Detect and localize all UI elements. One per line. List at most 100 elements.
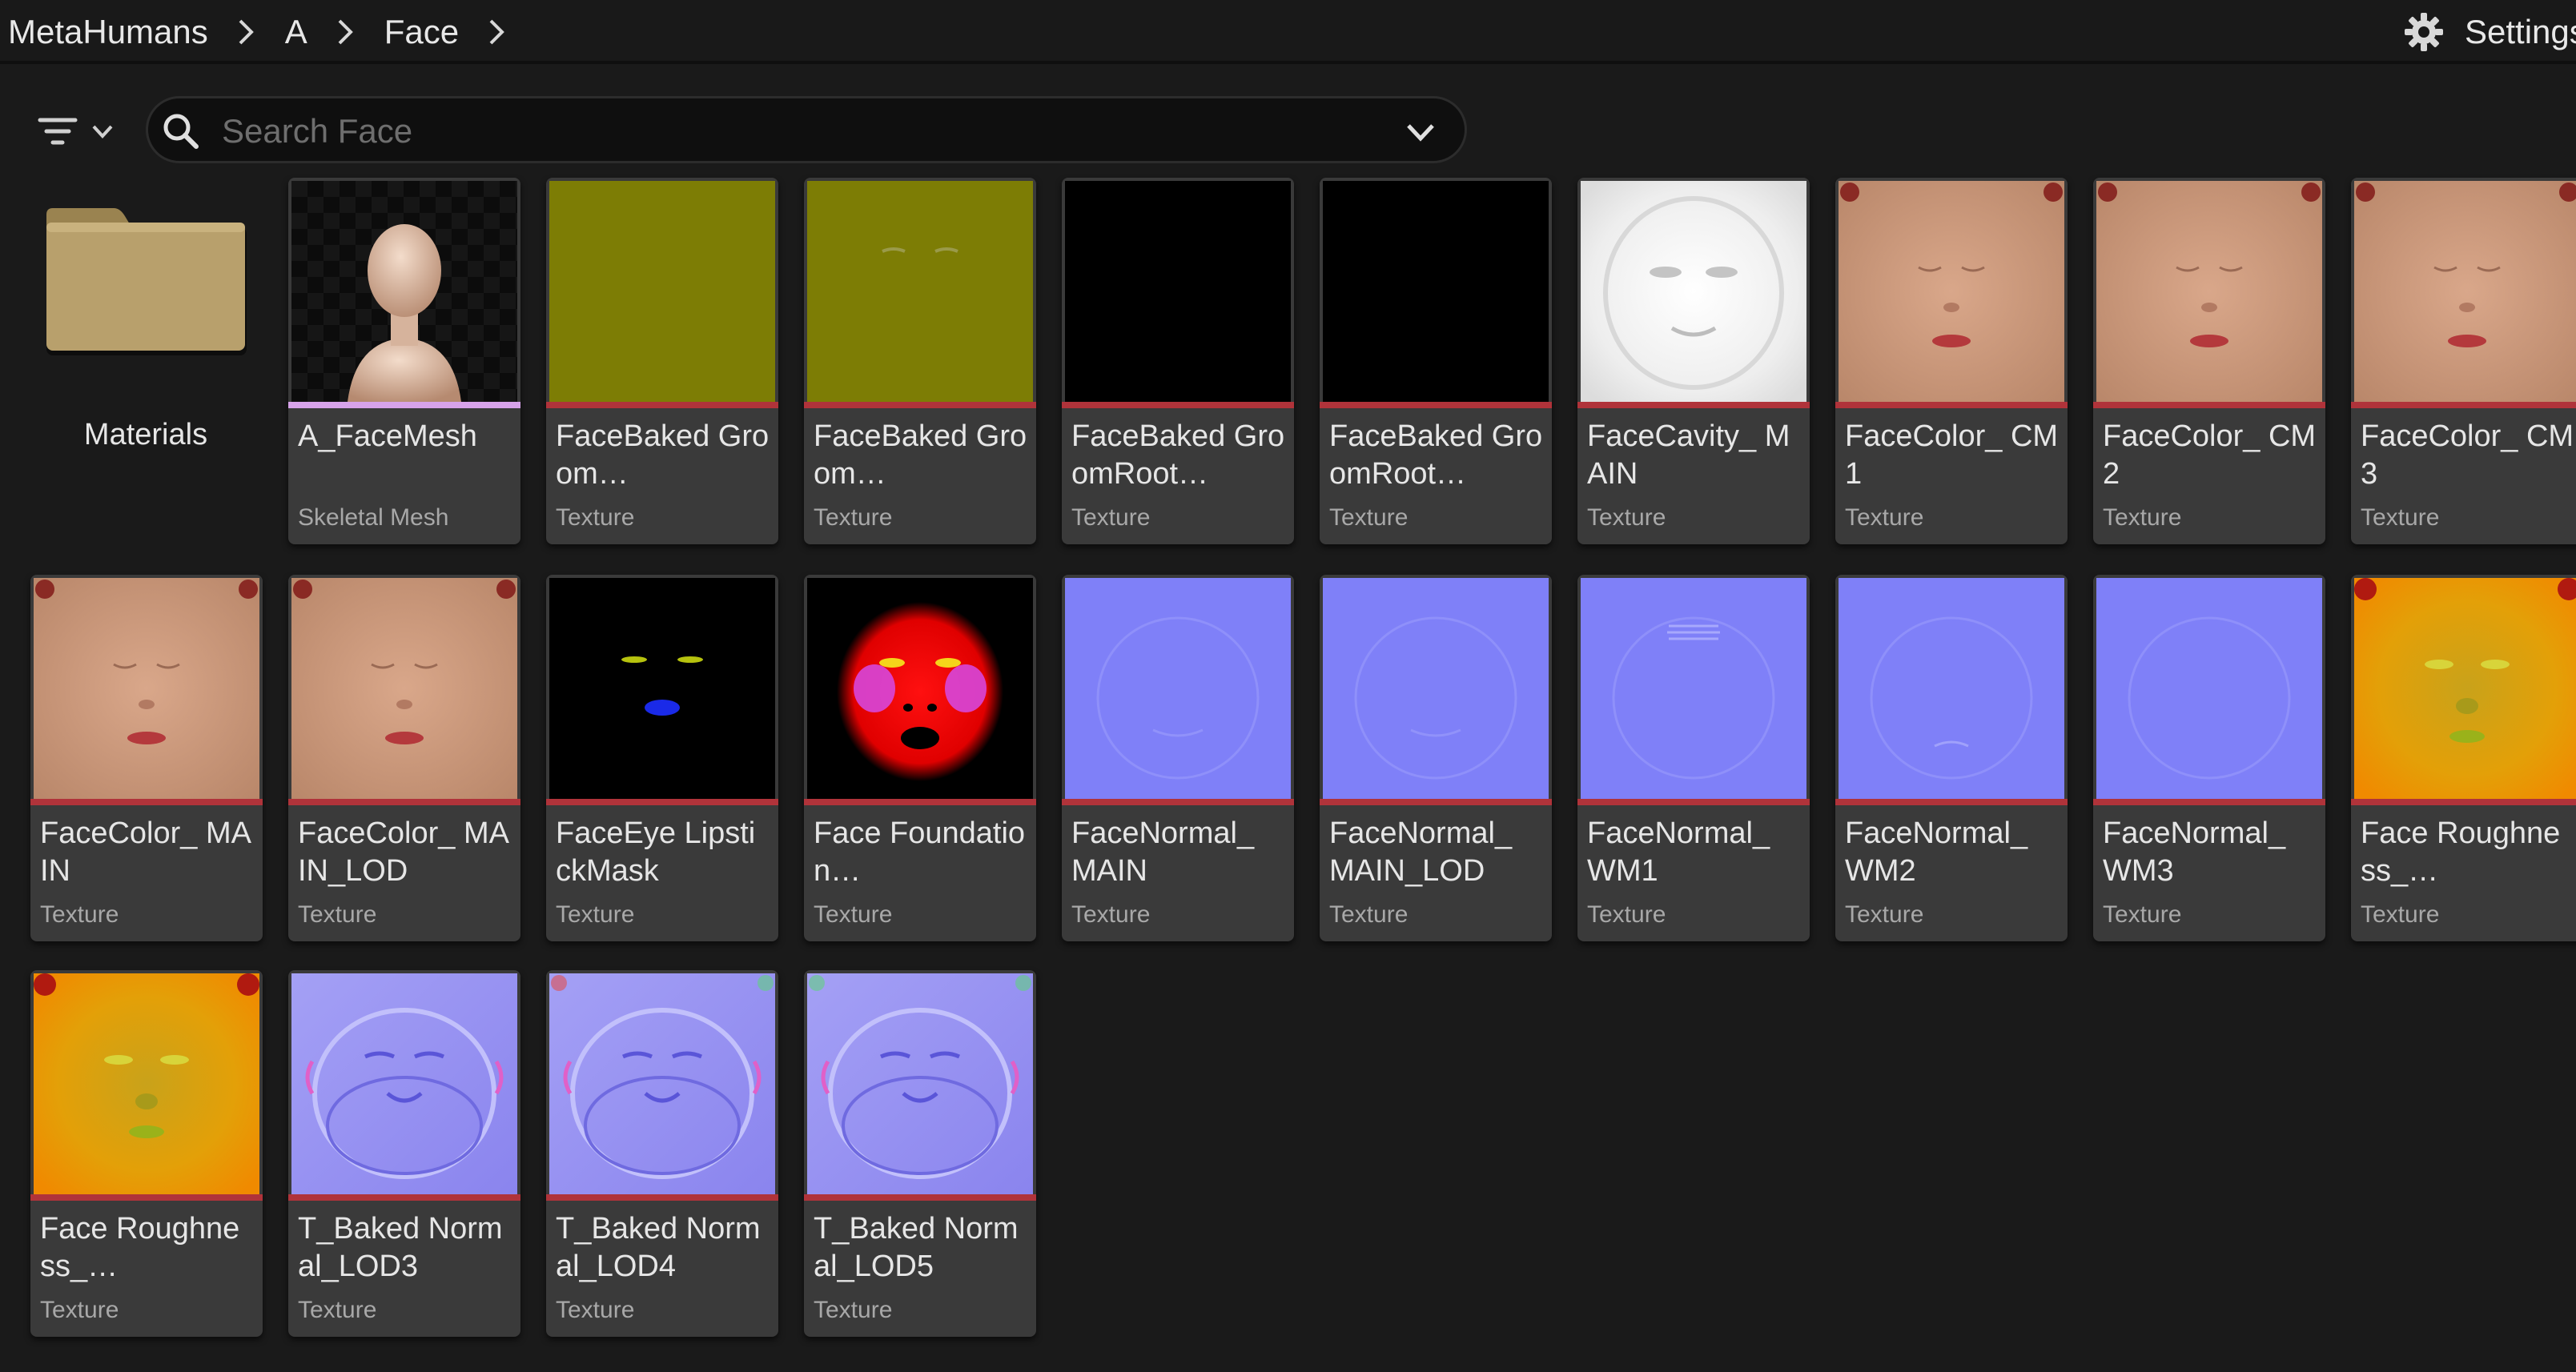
asset-type-stripe bbox=[804, 799, 1036, 805]
asset-type: Texture bbox=[1071, 504, 1151, 531]
asset-type: Texture bbox=[1329, 901, 1409, 928]
asset-type-stripe bbox=[30, 1194, 263, 1201]
asset-type-stripe bbox=[2093, 799, 2325, 805]
asset-type-stripe bbox=[288, 1194, 520, 1201]
asset-type-stripe bbox=[2351, 799, 2576, 805]
asset-thumbnail bbox=[291, 578, 517, 799]
asset-tile[interactable]: T_Baked Normal_LOD5 Texture bbox=[804, 970, 1036, 1337]
asset-thumbnail bbox=[2354, 578, 2576, 799]
asset-name: FaceColor_ CM1 bbox=[1845, 419, 2059, 491]
asset-grid: Materials A_FaceMesh Skeletal Mesh FaceB… bbox=[0, 0, 2576, 1372]
asset-type-stripe bbox=[1835, 402, 2068, 408]
asset-type: Texture bbox=[2361, 504, 2440, 531]
asset-type: Texture bbox=[556, 901, 635, 928]
asset-thumbnail bbox=[807, 973, 1033, 1194]
asset-tile[interactable]: FaceEye LipstickMask Texture bbox=[546, 575, 778, 941]
asset-name: FaceBaked Groom… bbox=[556, 419, 770, 491]
asset-tile[interactable]: FaceColor_ CM2 Texture bbox=[2093, 178, 2325, 544]
asset-type: Texture bbox=[1587, 504, 1666, 531]
asset-type-stripe bbox=[1577, 402, 1810, 408]
folder-materials[interactable]: Materials bbox=[35, 178, 256, 544]
asset-name: FaceColor_ CM3 bbox=[2361, 419, 2574, 491]
asset-name: FaceCavity_ MAIN bbox=[1587, 419, 1790, 491]
asset-type: Texture bbox=[298, 1297, 377, 1323]
asset-name: T_Baked Normal_LOD5 bbox=[814, 1212, 1019, 1283]
asset-type: Skeletal Mesh bbox=[298, 504, 449, 531]
asset-name: FaceNormal_ WM3 bbox=[2103, 816, 2286, 888]
asset-type-stripe bbox=[546, 1194, 778, 1201]
asset-tile[interactable]: Face Foundation… Texture bbox=[804, 575, 1036, 941]
asset-thumbnail bbox=[549, 973, 775, 1194]
asset-name: FaceBaked GroomRoot… bbox=[1071, 419, 1285, 491]
asset-thumbnail bbox=[1065, 181, 1291, 402]
asset-thumbnail bbox=[1581, 578, 1806, 799]
asset-type-stripe bbox=[804, 1194, 1036, 1201]
asset-tile[interactable]: FaceBaked Groom… Texture bbox=[804, 178, 1036, 544]
asset-type-stripe bbox=[2351, 402, 2576, 408]
asset-thumbnail bbox=[1065, 578, 1291, 799]
asset-tile[interactable]: Face Roughness_… Texture bbox=[30, 970, 263, 1337]
asset-type: Texture bbox=[2361, 901, 2440, 928]
asset-name: Face Roughness_… bbox=[40, 1212, 240, 1283]
asset-tile[interactable]: FaceNormal_ WM1 Texture bbox=[1577, 575, 1810, 941]
asset-thumbnail bbox=[291, 973, 517, 1194]
asset-type-stripe bbox=[1835, 799, 2068, 805]
asset-type-stripe bbox=[30, 799, 263, 805]
asset-type: Texture bbox=[1845, 901, 1924, 928]
asset-name: FaceNormal_ MAIN bbox=[1071, 816, 1255, 888]
asset-name: FaceColor_ MAIN_LOD bbox=[298, 816, 509, 888]
asset-tile[interactable]: T_Baked Normal_LOD3 Texture bbox=[288, 970, 520, 1337]
asset-type: Texture bbox=[1071, 901, 1151, 928]
asset-tile[interactable]: FaceNormal_ WM3 Texture bbox=[2093, 575, 2325, 941]
asset-thumbnail bbox=[1839, 578, 2064, 799]
asset-type-stripe bbox=[1577, 799, 1810, 805]
asset-type: Texture bbox=[2103, 901, 2182, 928]
asset-tile[interactable]: FaceBaked GroomRoot… Texture bbox=[1320, 178, 1552, 544]
asset-thumbnail bbox=[1581, 181, 1806, 402]
asset-type: Texture bbox=[40, 1297, 119, 1323]
asset-thumbnail bbox=[2096, 578, 2322, 799]
asset-tile[interactable]: FaceBaked GroomRoot… Texture bbox=[1062, 178, 1294, 544]
asset-type-stripe bbox=[288, 402, 520, 408]
asset-tile[interactable]: FaceNormal_ MAIN_LOD Texture bbox=[1320, 575, 1552, 941]
asset-type-stripe bbox=[1320, 799, 1552, 805]
asset-tile[interactable]: FaceColor_ CM1 Texture bbox=[1835, 178, 2068, 544]
asset-thumbnail bbox=[2096, 181, 2322, 402]
asset-thumbnail bbox=[549, 578, 775, 799]
asset-tile[interactable]: FaceNormal_ WM2 Texture bbox=[1835, 575, 2068, 941]
asset-thumbnail bbox=[807, 181, 1033, 402]
asset-thumbnail bbox=[2354, 181, 2576, 402]
asset-tile[interactable]: FaceBaked Groom… Texture bbox=[546, 178, 778, 544]
asset-type: Texture bbox=[814, 504, 893, 531]
asset-tile[interactable]: Face Roughness_… Texture bbox=[2351, 575, 2576, 941]
asset-type-stripe bbox=[288, 799, 520, 805]
asset-name: FaceNormal_ WM1 bbox=[1587, 816, 1770, 888]
asset-type-stripe bbox=[804, 402, 1036, 408]
asset-name: FaceBaked Groom… bbox=[814, 419, 1027, 491]
asset-tile[interactable]: FaceColor_ CM3 Texture bbox=[2351, 178, 2576, 544]
asset-tile[interactable]: FaceColor_ MAIN Texture bbox=[30, 575, 263, 941]
asset-type: Texture bbox=[556, 504, 635, 531]
asset-tile[interactable]: A_FaceMesh Skeletal Mesh bbox=[288, 178, 520, 544]
asset-tile[interactable]: FaceNormal_ MAIN Texture bbox=[1062, 575, 1294, 941]
asset-name: FaceEye LipstickMask bbox=[556, 816, 756, 888]
content-browser: MetaHumans A Face Settings Search Face M… bbox=[0, 0, 2576, 1372]
asset-type: Texture bbox=[2103, 504, 2182, 531]
asset-type-stripe bbox=[1062, 402, 1294, 408]
asset-name: FaceNormal_ WM2 bbox=[1845, 816, 2028, 888]
asset-type-stripe bbox=[546, 799, 778, 805]
asset-name: Face Roughness_… bbox=[2361, 816, 2561, 888]
asset-name: FaceColor_ MAIN bbox=[40, 816, 251, 888]
asset-thumbnail bbox=[807, 578, 1033, 799]
asset-tile[interactable]: FaceCavity_ MAIN Texture bbox=[1577, 178, 1810, 544]
asset-tile[interactable]: FaceColor_ MAIN_LOD Texture bbox=[288, 575, 520, 941]
asset-name: FaceNormal_ MAIN_LOD bbox=[1329, 816, 1513, 888]
asset-type-stripe bbox=[2093, 402, 2325, 408]
folder-icon bbox=[46, 208, 247, 355]
asset-type: Texture bbox=[1845, 504, 1924, 531]
asset-type: Texture bbox=[814, 1297, 893, 1323]
asset-name: T_Baked Normal_LOD3 bbox=[298, 1212, 503, 1283]
asset-tile[interactable]: T_Baked Normal_LOD4 Texture bbox=[546, 970, 778, 1337]
asset-type-stripe bbox=[1320, 402, 1552, 408]
asset-thumbnail bbox=[549, 181, 775, 402]
